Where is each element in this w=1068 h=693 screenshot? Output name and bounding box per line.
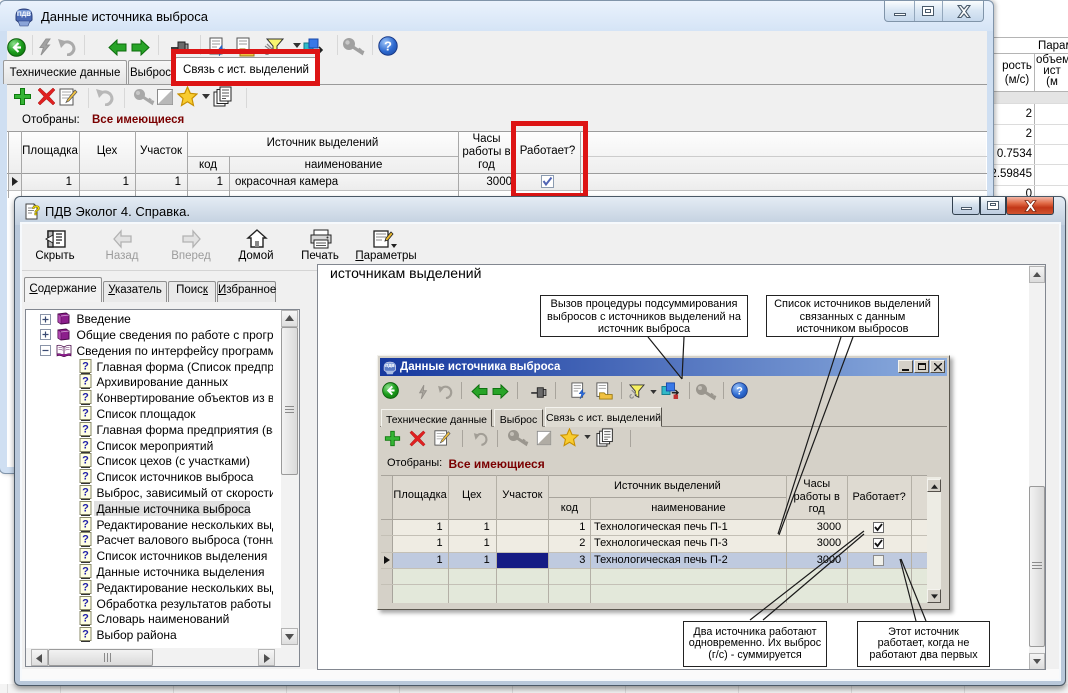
svg-text:?: ? (82, 502, 89, 514)
svg-text:?: ? (82, 439, 89, 451)
svg-text:?: ? (82, 581, 89, 593)
svg-text:ПДВ: ПДВ (17, 11, 31, 18)
svg-text:?: ? (82, 455, 89, 467)
svg-text:?: ? (82, 423, 89, 435)
svg-text:?: ? (82, 597, 89, 609)
svg-text:?: ? (82, 376, 89, 388)
svg-text:?: ? (82, 518, 89, 530)
svg-text:?: ? (82, 471, 89, 483)
svg-text:?: ? (82, 613, 89, 625)
svg-text:?: ? (32, 202, 41, 218)
svg-text:?: ? (82, 566, 89, 578)
svg-text:?: ? (384, 39, 392, 54)
svg-text:?: ? (82, 534, 89, 546)
svg-text:?: ? (82, 408, 89, 420)
svg-text:?: ? (82, 392, 89, 404)
svg-text:?: ? (82, 487, 89, 499)
svg-text:?: ? (82, 629, 89, 641)
svg-text:?: ? (82, 360, 89, 372)
svg-text:?: ? (82, 550, 89, 562)
